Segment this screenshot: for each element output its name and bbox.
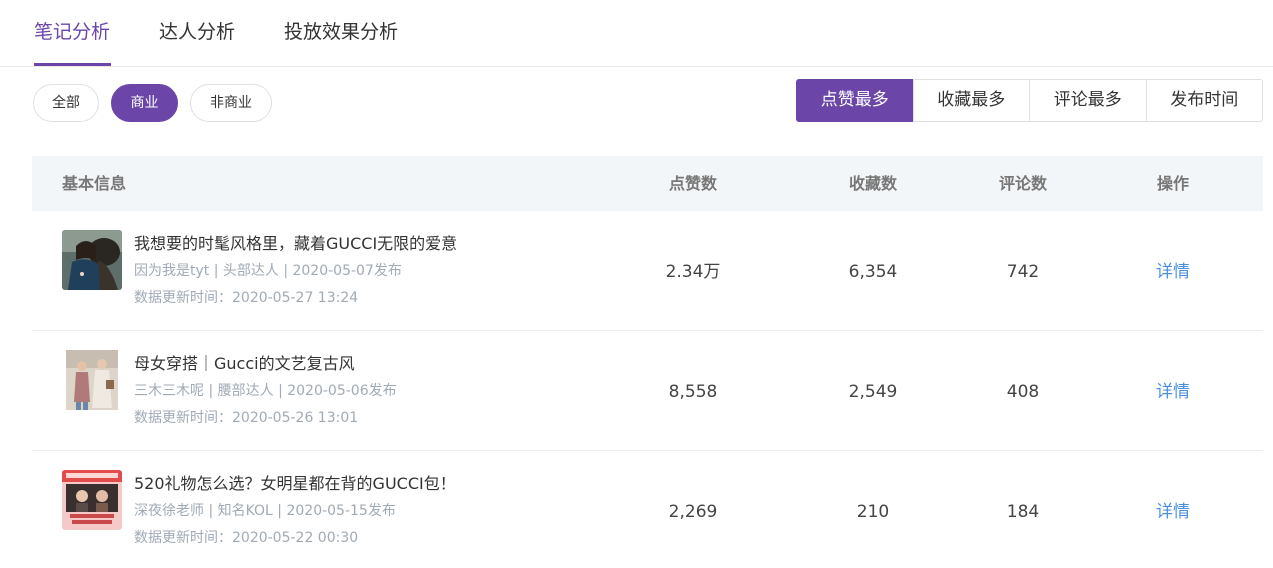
filter-non-commercial-button[interactable]: 非商业 xyxy=(190,84,272,122)
sort-most-comments-button[interactable]: 评论最多 xyxy=(1029,79,1147,122)
sort-most-collects-button[interactable]: 收藏最多 xyxy=(912,79,1030,122)
detail-link[interactable]: 详情 xyxy=(1156,261,1190,283)
sort-button-group: 点赞最多 收藏最多 评论最多 发布时间 xyxy=(796,79,1263,122)
header-likes: 点赞数 xyxy=(668,174,718,193)
note-meta: 因为我是tyt | 头部达人 | 2020-05-07发布 xyxy=(134,263,402,279)
sort-publish-time-button[interactable]: 发布时间 xyxy=(1145,79,1263,122)
header-basic-info: 基本信息 xyxy=(62,174,127,193)
table-header: 基本信息 点赞数 收藏数 评论数 操作 xyxy=(32,156,1263,211)
analysis-tabs: 笔记分析 达人分析 投放效果分析 xyxy=(0,0,1273,67)
tab-campaign-analysis[interactable]: 投放效果分析 xyxy=(284,19,398,45)
comments-count: 184 xyxy=(1006,502,1040,522)
note-updated-time: 数据更新时间：2020-05-27 13:24 xyxy=(134,290,359,306)
tab-note-analysis[interactable]: 笔记分析 xyxy=(34,19,110,45)
collects-count: 2,549 xyxy=(848,382,898,402)
table-row: 母女穿搭｜Gucci的文艺复古风 三木三木呢 | 腰部达人 | 2020-05-… xyxy=(32,331,1263,451)
note-updated-time: 数据更新时间：2020-05-26 13:01 xyxy=(134,410,359,426)
table-row: 520礼物怎么选？女明星都在背的GUCCI包！ 深夜徐老师 | 知名KOL | … xyxy=(32,451,1263,568)
note-meta: 三木三木呢 | 腰部达人 | 2020-05-06发布 xyxy=(134,383,397,399)
active-tab-indicator xyxy=(34,63,111,66)
likes-count: 8,558 xyxy=(668,382,718,402)
collects-count: 6,354 xyxy=(848,262,898,282)
note-updated-time: 数据更新时间：2020-05-22 00:30 xyxy=(134,530,359,546)
tab-influencer-analysis[interactable]: 达人分析 xyxy=(159,19,235,45)
note-meta: 深夜徐老师 | 知名KOL | 2020-05-15发布 xyxy=(134,503,396,519)
likes-count: 2.34万 xyxy=(665,262,721,282)
comments-count: 408 xyxy=(1006,382,1040,402)
header-comments: 评论数 xyxy=(998,174,1048,193)
detail-link[interactable]: 详情 xyxy=(1156,501,1190,523)
collects-count: 210 xyxy=(856,502,890,522)
header-collects: 收藏数 xyxy=(848,174,898,193)
likes-count: 2,269 xyxy=(668,502,718,522)
comments-count: 742 xyxy=(1006,262,1040,282)
detail-link[interactable]: 详情 xyxy=(1156,381,1190,403)
note-title[interactable]: 520礼物怎么选？女明星都在背的GUCCI包！ xyxy=(134,473,456,495)
header-action: 操作 xyxy=(1156,174,1190,193)
note-title[interactable]: 母女穿搭｜Gucci的文艺复古风 xyxy=(134,353,355,375)
sort-most-likes-button[interactable]: 点赞最多 xyxy=(796,79,914,122)
note-thumbnail[interactable] xyxy=(62,350,122,410)
table-row: 我想要的时髦风格里，藏着GUCCI无限的爱意 因为我是tyt | 头部达人 | … xyxy=(32,211,1263,331)
filter-all-button[interactable]: 全部 xyxy=(33,84,99,122)
filter-commercial-button[interactable]: 商业 xyxy=(111,84,178,122)
note-thumbnail[interactable] xyxy=(62,230,122,290)
note-title[interactable]: 我想要的时髦风格里，藏着GUCCI无限的爱意 xyxy=(134,233,457,255)
note-thumbnail[interactable] xyxy=(62,470,122,530)
